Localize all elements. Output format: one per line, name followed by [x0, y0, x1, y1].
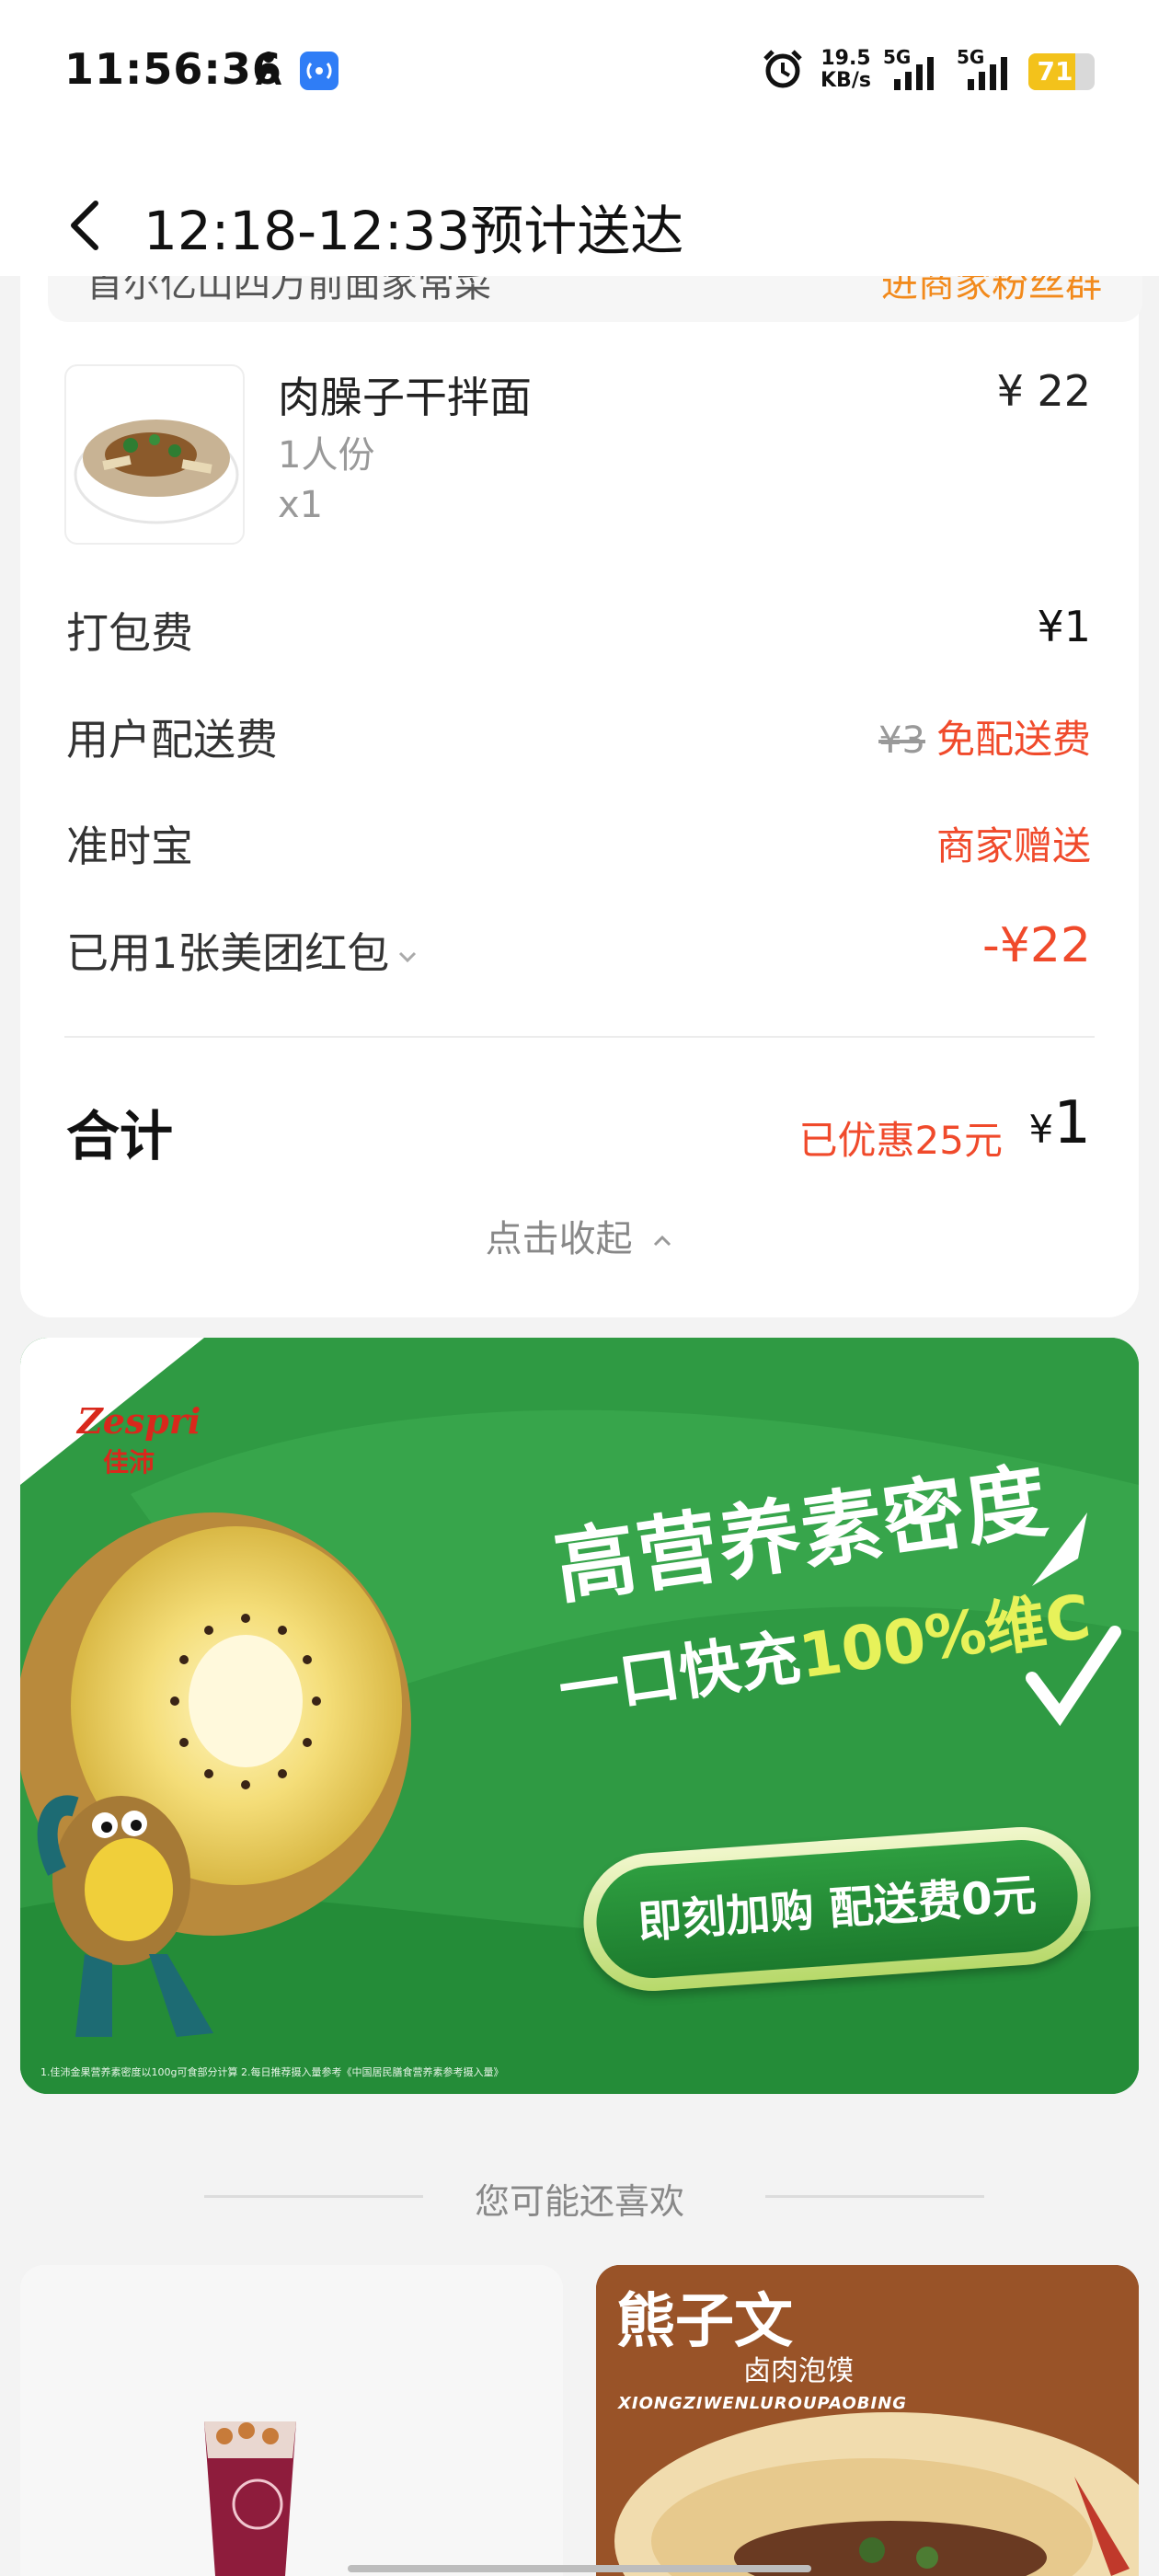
- ontime-label: 准时宝: [66, 822, 193, 871]
- delivery-fee-original: ¥3: [878, 719, 925, 762]
- restaurant-brand: 熊子文: [616, 2287, 793, 2356]
- page-header: 12:18-12:33预计送达: [0, 147, 1159, 276]
- banner-fine-print: 1.佳沛金果营养素密度以100g可食部分计算 2.每日推荐摄入量参考《中国居民膳…: [40, 2066, 504, 2078]
- delivery-fee-value: ¥3 免配送费: [878, 708, 1091, 765]
- shop-strip: 首尔亿山四万前面家常菜 进商家粉丝群: [48, 276, 1142, 322]
- zespri-logo: Zespri 佳沛: [39, 1356, 213, 1478]
- brand-en: Zespri: [77, 1400, 201, 1442]
- coupon-value: -¥22: [981, 918, 1091, 973]
- food-price: ¥ 22: [996, 366, 1091, 416]
- recommend-card-restaurant[interactable]: 熊子文 卤肉泡馍 XIONGZIWENLUROUPAOBING: [596, 2265, 1139, 2576]
- chevron-down-icon: [399, 951, 417, 962]
- order-detail-card: 首尔亿山四万前面家常菜 进商家粉丝群 肉臊子干拌面 1人份 x1 ¥ 22 打包…: [20, 276, 1142, 1317]
- delivery-fee-free: 免配送费: [935, 717, 1091, 762]
- collapse-label: 点击收起: [485, 1218, 633, 1260]
- coupon-row[interactable]: 已用1张美团红包: [66, 920, 419, 981]
- network-speed: 19.5 KB/s: [820, 47, 871, 92]
- delivery-fee-label: 用户配送费: [66, 715, 278, 765]
- coupon-label: 已用1张美团红包: [66, 928, 390, 978]
- hotspot-icon: [300, 52, 339, 90]
- food-image[interactable]: [64, 364, 245, 545]
- food-portion: 1人份: [278, 434, 375, 477]
- add-to-cart-label: 即刻加购 配送费0元: [592, 1835, 1082, 1983]
- home-indicator[interactable]: [348, 2565, 811, 2572]
- chevron-up-icon: [654, 1235, 671, 1247]
- person-icon: [256, 52, 281, 85]
- signal-icon: [894, 57, 934, 90]
- shop-name[interactable]: 首尔亿山四万前面家常菜: [86, 276, 491, 307]
- battery-icon: 71: [1028, 53, 1095, 90]
- divider-line-right: [765, 2195, 984, 2198]
- alarm-icon: [763, 50, 802, 88]
- collapse-button[interactable]: 点击收起: [20, 1209, 1139, 1262]
- brand-cn: 佳沛: [103, 1447, 155, 1478]
- restaurant-brand-sub: 卤肉泡馍: [743, 2355, 854, 2387]
- total-label: 合计: [66, 1105, 174, 1167]
- status-bar: 11:56:36 19.5 KB/s 5G 5G 71: [0, 0, 1159, 147]
- ontime-value: 商家赠送: [935, 823, 1091, 868]
- chevron-left-icon[interactable]: [64, 198, 105, 253]
- page-title: 12:18-12:33预计送达: [143, 200, 684, 262]
- drink-image: [20, 2265, 563, 2576]
- divider: [64, 1036, 1095, 1038]
- restaurant-brand-en: XIONGZIWENLUROUPAOBING: [618, 2394, 908, 2413]
- total-amount: ¥1: [1028, 1089, 1091, 1157]
- promo-banner[interactable]: Zespri 佳沛 高营养素密度 一口快充100%维C 即刻加购 配送费0元 1…: [20, 1338, 1139, 2094]
- packing-fee-label: 打包费: [66, 608, 193, 658]
- battery-level: 71: [1037, 56, 1073, 86]
- food-name: 肉臊子干拌面: [278, 373, 532, 422]
- recommend-card-drink[interactable]: [20, 2265, 563, 2576]
- packing-fee-value: ¥1: [1037, 602, 1091, 651]
- fans-group-link[interactable]: 进商家粉丝群: [881, 276, 1102, 307]
- total-discount: 已优惠25元: [798, 1118, 1003, 1163]
- food-quantity: x1: [278, 484, 324, 526]
- recommend-title: 您可能还喜欢: [474, 2181, 684, 2222]
- signal-icon: [968, 57, 1007, 90]
